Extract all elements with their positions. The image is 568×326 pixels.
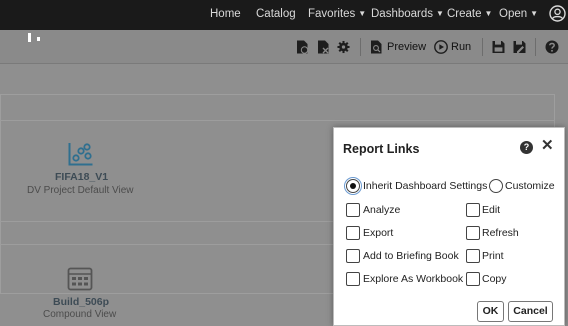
scatter-chart-icon — [68, 143, 93, 166]
nav-favorites-label: Favorites — [308, 8, 356, 20]
view-subtitle: Compound View — [43, 309, 117, 320]
view-subtitle: DV Project Default View — [27, 185, 134, 196]
add-to-briefing-book-checkbox[interactable] — [346, 249, 360, 263]
toolbar-divider — [482, 38, 483, 56]
customize-label: Customize — [505, 180, 555, 192]
preview-icon[interactable] — [370, 40, 383, 54]
user-icon[interactable] — [549, 5, 566, 22]
ok-button[interactable]: OK — [477, 301, 504, 322]
page-title-marker — [37, 37, 40, 41]
run-icon[interactable] — [434, 40, 448, 54]
nav-catalog-link[interactable]: Catalog — [256, 8, 296, 20]
close-icon[interactable]: ✕ — [541, 138, 554, 154]
export-label: Export — [363, 227, 394, 239]
nav-create-menu[interactable]: Create ▼ — [447, 8, 492, 20]
top-nav-bar: Home Catalog Favorites ▼ Dashboards ▼ Crea… — [0, 0, 568, 30]
caret-down-icon: ▼ — [484, 9, 493, 18]
inherit-dashboard-settings-label: Inherit Dashboard Settings — [363, 180, 488, 192]
help-icon[interactable]: ? — [520, 141, 533, 154]
preview-button[interactable]: Preview — [387, 41, 426, 53]
help-icon[interactable] — [545, 40, 559, 54]
export-checkbox[interactable] — [346, 226, 360, 240]
toolbar-divider — [535, 38, 536, 56]
print-checkbox[interactable] — [466, 249, 480, 263]
nav-open-menu[interactable]: Open ▼ — [499, 8, 538, 20]
section-divider — [0, 120, 555, 121]
nav-open-label: Open — [499, 8, 528, 20]
analyze-checkbox[interactable] — [346, 203, 360, 217]
copy-checkbox[interactable] — [466, 272, 480, 286]
radio-selected-dot — [350, 183, 356, 189]
refresh-checkbox[interactable] — [466, 226, 480, 240]
caret-down-icon: ▼ — [436, 9, 444, 18]
copy-label: Copy — [482, 273, 507, 285]
print-label: Print — [482, 250, 504, 262]
report-links-dialog: Report Links ? ✕ Inherit Dashboard Setti… — [333, 127, 565, 326]
page-title-marker — [28, 33, 31, 42]
nav-home-link[interactable]: Home — [210, 8, 241, 20]
gear-icon[interactable] — [337, 40, 350, 54]
save-icon[interactable] — [492, 40, 505, 54]
view-title: FIFA18_V1 — [55, 171, 109, 183]
remove-document-icon[interactable] — [317, 40, 330, 54]
nav-dashboards-menu[interactable]: Dashboards ▼ — [371, 8, 444, 20]
nav-dashboards-label: Dashboards — [371, 8, 434, 20]
cancel-button[interactable]: Cancel — [508, 301, 553, 322]
explore-as-workbook-label: Explore As Workbook — [363, 273, 464, 285]
add-to-briefing-book-label: Add to Briefing Book — [363, 250, 459, 262]
nav-favorites-menu[interactable]: Favorites ▼ — [308, 8, 366, 20]
inherit-dashboard-settings-radio[interactable] — [346, 179, 360, 193]
dashboard-toolbar: Preview Run — [0, 30, 568, 64]
toolbar-divider — [360, 38, 361, 56]
caret-down-icon: ▼ — [358, 9, 367, 18]
analyze-label: Analyze — [363, 204, 401, 216]
save-as-icon[interactable] — [513, 40, 526, 54]
compound-view-icon — [67, 267, 93, 291]
view-title: Build_506p — [53, 296, 110, 308]
explore-as-workbook-checkbox[interactable] — [346, 272, 360, 286]
new-document-icon[interactable] — [296, 40, 309, 54]
customize-radio[interactable] — [489, 179, 503, 193]
edit-checkbox[interactable] — [466, 203, 480, 217]
run-button[interactable]: Run — [451, 41, 471, 53]
nav-create-label: Create — [447, 8, 482, 20]
caret-down-icon: ▼ — [530, 9, 539, 18]
dialog-title: Report Links — [343, 142, 420, 156]
refresh-label: Refresh — [482, 227, 519, 239]
edit-label: Edit — [482, 204, 501, 216]
